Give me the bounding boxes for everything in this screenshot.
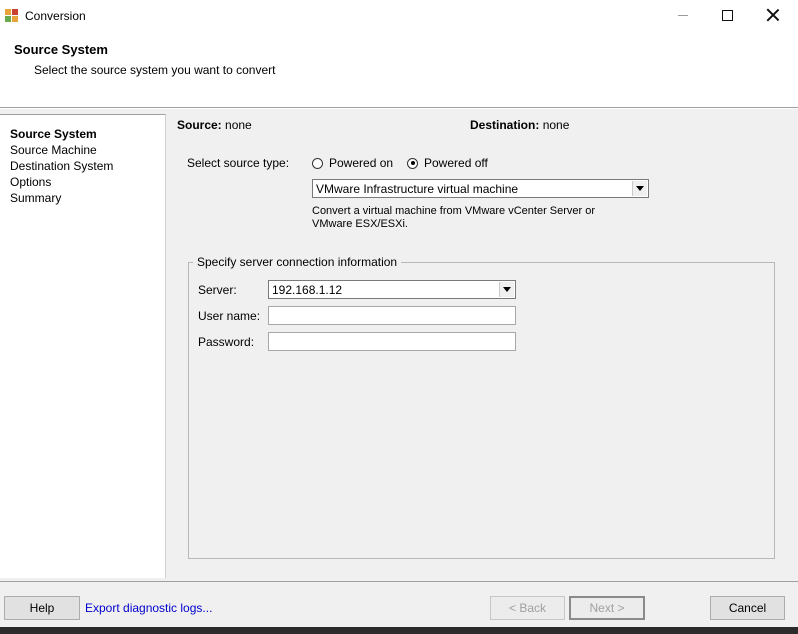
username-input[interactable] — [268, 306, 516, 325]
nav-item-destination-system[interactable]: Destination System — [10, 159, 113, 173]
minimize-button[interactable] — [660, 0, 706, 30]
close-button[interactable] — [750, 0, 796, 30]
radio-unchecked-icon — [312, 157, 323, 169]
help-button[interactable]: Help — [4, 596, 80, 620]
password-label: Password: — [198, 335, 255, 349]
machine-type-dropdown[interactable]: VMware Infrastructure virtual machine — [312, 179, 649, 198]
server-value: 192.168.1.12 — [272, 283, 343, 297]
powered-off-radio[interactable]: Powered off — [407, 156, 488, 170]
powered-on-label: Powered on — [329, 156, 394, 170]
destination-summary: Destination: none — [470, 118, 569, 132]
cancel-button[interactable]: Cancel — [710, 596, 785, 620]
minimize-icon — [678, 14, 688, 16]
powered-off-label: Powered off — [424, 156, 488, 170]
server-combobox[interactable]: 192.168.1.12 — [268, 280, 516, 299]
page-title: Source System — [14, 42, 108, 57]
nav-item-summary[interactable]: Summary — [10, 191, 61, 205]
nav-item-source-machine[interactable]: Source Machine — [10, 143, 97, 157]
wizard-header: Source System Select the source system y… — [0, 32, 798, 108]
title-bar: Conversion — [0, 0, 798, 32]
main-panel: Source: none Destination: none Select so… — [166, 109, 798, 581]
next-button[interactable]: Next > — [569, 596, 645, 620]
server-connection-group-title: Specify server connection information — [193, 255, 402, 269]
nav-item-options[interactable]: Options — [10, 175, 51, 189]
powered-on-radio[interactable]: Powered on — [312, 156, 393, 170]
converter-app-icon — [5, 9, 19, 23]
source-type-label: Select source type: — [187, 156, 290, 170]
page-subtitle: Select the source system you want to con… — [34, 63, 276, 77]
server-label: Server: — [198, 283, 237, 297]
password-input[interactable] — [268, 332, 516, 351]
content-area: Source System Source Machine Destination… — [0, 109, 798, 581]
back-button[interactable]: < Back — [490, 596, 565, 620]
source-label: Source: — [177, 118, 222, 132]
wizard-steps-nav: Source System Source Machine Destination… — [0, 114, 166, 578]
close-icon — [767, 9, 779, 21]
window-title: Conversion — [25, 9, 86, 23]
radio-checked-icon — [407, 157, 418, 169]
source-summary: Source: none — [177, 118, 252, 132]
machine-type-description: Convert a virtual machine from VMware vC… — [312, 205, 596, 230]
nav-item-source-system[interactable]: Source System — [10, 127, 97, 141]
source-value: none — [225, 118, 252, 132]
dropdown-arrow-icon[interactable] — [499, 282, 514, 297]
background-window-strip — [0, 627, 798, 634]
machine-type-value: VMware Infrastructure virtual machine — [316, 182, 519, 196]
maximize-icon — [721, 9, 733, 21]
export-diagnostic-logs-link[interactable]: Export diagnostic logs... — [85, 601, 212, 615]
destination-label: Destination: — [470, 118, 540, 132]
dropdown-arrow-icon[interactable] — [632, 181, 647, 196]
destination-value: none — [542, 118, 570, 132]
username-label: User name: — [198, 309, 261, 323]
maximize-button[interactable] — [704, 0, 750, 30]
